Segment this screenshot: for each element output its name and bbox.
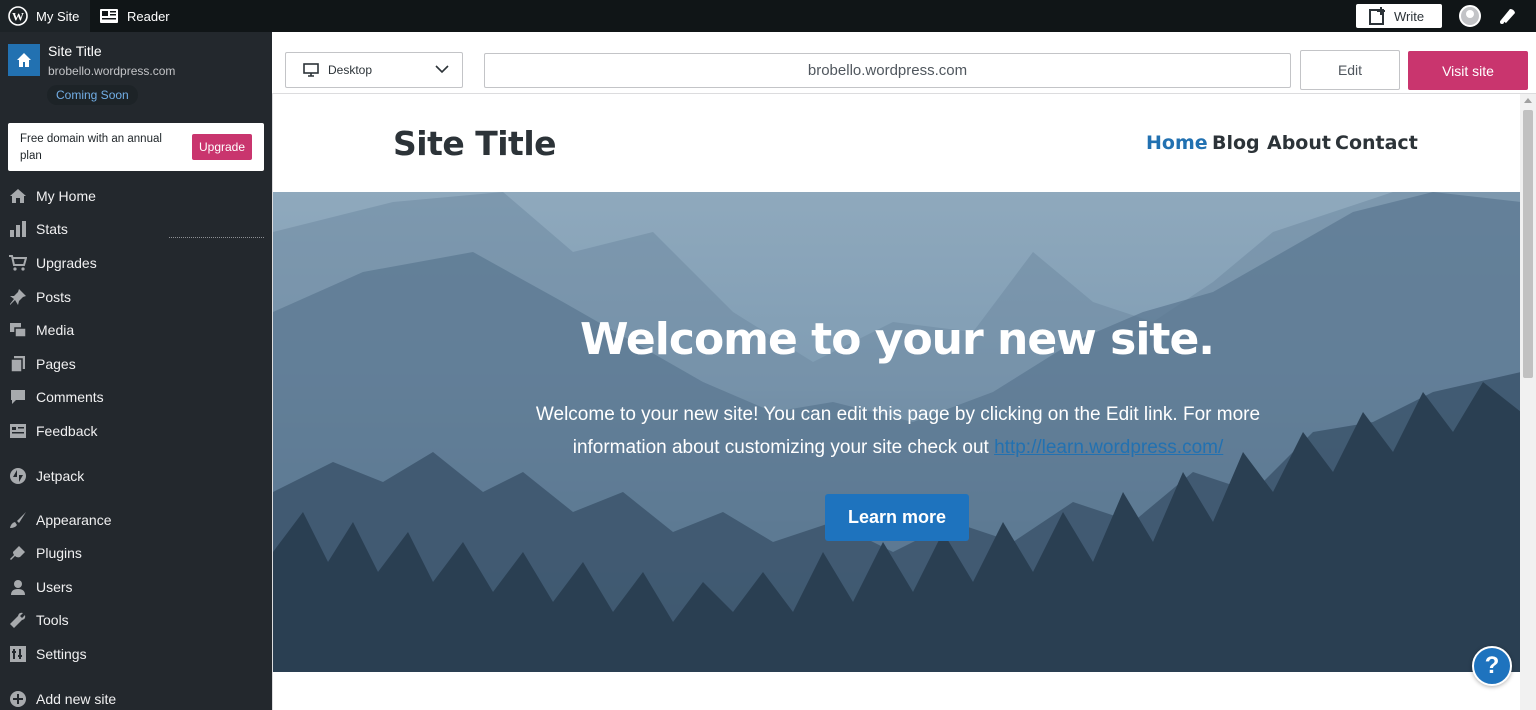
user-icon <box>8 577 28 597</box>
visit-site-button[interactable]: Visit site <box>1408 51 1528 90</box>
site-name: Site Title <box>48 43 102 59</box>
sidebar-item-label: Upgrades <box>36 254 97 271</box>
sidebar-item-label: My Home <box>36 187 96 204</box>
device-select-label: Desktop <box>328 63 373 77</box>
sidebar-item-media[interactable]: Media <box>0 313 272 346</box>
sidebar-item-label: Stats <box>36 220 68 237</box>
my-site-button[interactable]: W My Site <box>0 0 90 32</box>
site-preview: Site Title Home Blog About Contact Welco… <box>272 94 1520 710</box>
status-badge: Coming Soon <box>47 85 138 105</box>
sidebar-item-label: Appearance <box>36 511 112 528</box>
notifications-bell-icon[interactable] <box>1497 7 1517 25</box>
hero-title: Welcome to your new site. <box>579 314 1215 365</box>
preview-url-field[interactable]: brobello.wordpress.com <box>484 53 1291 88</box>
learn-wordpress-link[interactable]: http://learn.wordpress.com/ <box>994 437 1223 458</box>
sidebar-item-label: Posts <box>36 288 72 305</box>
pages-icon <box>8 354 28 374</box>
sidebar-item-label: Plugins <box>36 544 82 561</box>
settings-icon <box>8 644 28 664</box>
sidebar-item-pages[interactable]: Pages <box>0 347 272 380</box>
sidebar-item-label: Pages <box>36 355 76 372</box>
sidebar-item-label: Add new site <box>36 690 117 707</box>
sidebar-item-upgrades[interactable]: Upgrades <box>0 246 272 279</box>
avatar[interactable] <box>1459 5 1481 27</box>
my-site-label: My Site <box>36 8 80 24</box>
cart-icon <box>8 253 28 273</box>
feedback-icon <box>8 421 28 441</box>
reader-button[interactable]: Reader <box>99 0 170 32</box>
monitor-icon <box>303 63 319 77</box>
preview-scrollbar[interactable] <box>1520 94 1536 710</box>
wrench-icon <box>8 610 28 630</box>
nav-blog[interactable]: Blog <box>1212 132 1260 154</box>
chevron-down-icon <box>435 65 449 74</box>
sidebar-item-label: Jetpack <box>36 467 85 484</box>
sidebar: Site Title brobello.wordpress.com Coming… <box>0 32 272 710</box>
svg-text:W: W <box>12 10 24 24</box>
sidebar-item-appearance[interactable]: Appearance <box>0 503 272 536</box>
reader-label: Reader <box>127 8 170 24</box>
jetpack-icon <box>8 466 28 486</box>
sidebar-item-comments[interactable]: Comments <box>0 380 272 413</box>
site-url: brobello.wordpress.com <box>48 64 176 78</box>
home-icon <box>8 186 28 206</box>
upgrade-text: Free domain with an annual plan <box>20 133 162 162</box>
sidebar-item-users[interactable]: Users <box>0 570 272 603</box>
stats-sparkline <box>169 237 264 238</box>
site-title[interactable]: Site Title <box>393 124 557 163</box>
sidebar-item-stats[interactable]: Stats <box>0 212 272 245</box>
preview-toolbar: Desktop brobello.wordpress.com Edit Visi… <box>272 32 1536 94</box>
scroll-thumb[interactable] <box>1523 110 1533 378</box>
sidebar-item-label: Media <box>36 321 75 338</box>
write-label: Write <box>1394 8 1425 24</box>
write-icon <box>1369 7 1385 25</box>
admin-bar: W My Site Reader Write <box>0 0 1536 32</box>
pin-icon <box>8 287 28 307</box>
sidebar-item-posts[interactable]: Posts <box>0 280 272 313</box>
edit-button[interactable]: Edit <box>1300 50 1400 90</box>
sidebar-item-jetpack[interactable]: Jetpack <box>0 459 272 492</box>
sidebar-item-label: Feedback <box>36 422 98 439</box>
sidebar-item-label: Comments <box>36 388 104 405</box>
upgrade-nudge: Free domain with an annual plan Upgrade <box>8 123 264 171</box>
stats-icon <box>8 219 28 239</box>
plug-icon <box>8 543 28 563</box>
wordpress-logo-icon: W <box>8 6 28 26</box>
media-icon <box>8 320 28 340</box>
plus-circle-icon <box>8 689 28 709</box>
comment-icon <box>8 387 28 407</box>
nav-about[interactable]: About <box>1267 132 1331 154</box>
nav-contact[interactable]: Contact <box>1335 132 1418 154</box>
site-home-icon <box>8 44 40 76</box>
sidebar-item-plugins[interactable]: Plugins <box>0 536 272 569</box>
scroll-up-arrow-icon[interactable] <box>1524 98 1532 103</box>
nav-home[interactable]: Home <box>1146 132 1208 154</box>
sidebar-item-settings[interactable]: Settings <box>0 637 272 670</box>
sidebar-item-add-new-site[interactable]: Add new site <box>0 682 272 710</box>
hero-text: Welcome to your new site! You can edit t… <box>523 398 1273 464</box>
sidebar-item-my-home[interactable]: My Home <box>0 179 272 212</box>
device-select[interactable]: Desktop <box>285 52 463 88</box>
help-button[interactable]: ? <box>1472 646 1512 686</box>
upgrade-button[interactable]: Upgrade <box>192 134 252 160</box>
learn-more-button[interactable]: Learn more <box>825 494 969 541</box>
sidebar-item-label: Tools <box>36 611 69 628</box>
write-button[interactable]: Write <box>1356 4 1442 28</box>
hero-banner: Welcome to your new site. Welcome to you… <box>273 192 1520 672</box>
sidebar-item-label: Settings <box>36 645 87 662</box>
brush-icon <box>8 510 28 530</box>
sidebar-item-feedback[interactable]: Feedback <box>0 414 272 447</box>
reader-icon <box>100 9 118 23</box>
site-switcher[interactable]: Site Title brobello.wordpress.com Coming… <box>8 42 268 112</box>
sidebar-item-label: Users <box>36 578 73 595</box>
sidebar-item-tools[interactable]: Tools <box>0 603 272 636</box>
